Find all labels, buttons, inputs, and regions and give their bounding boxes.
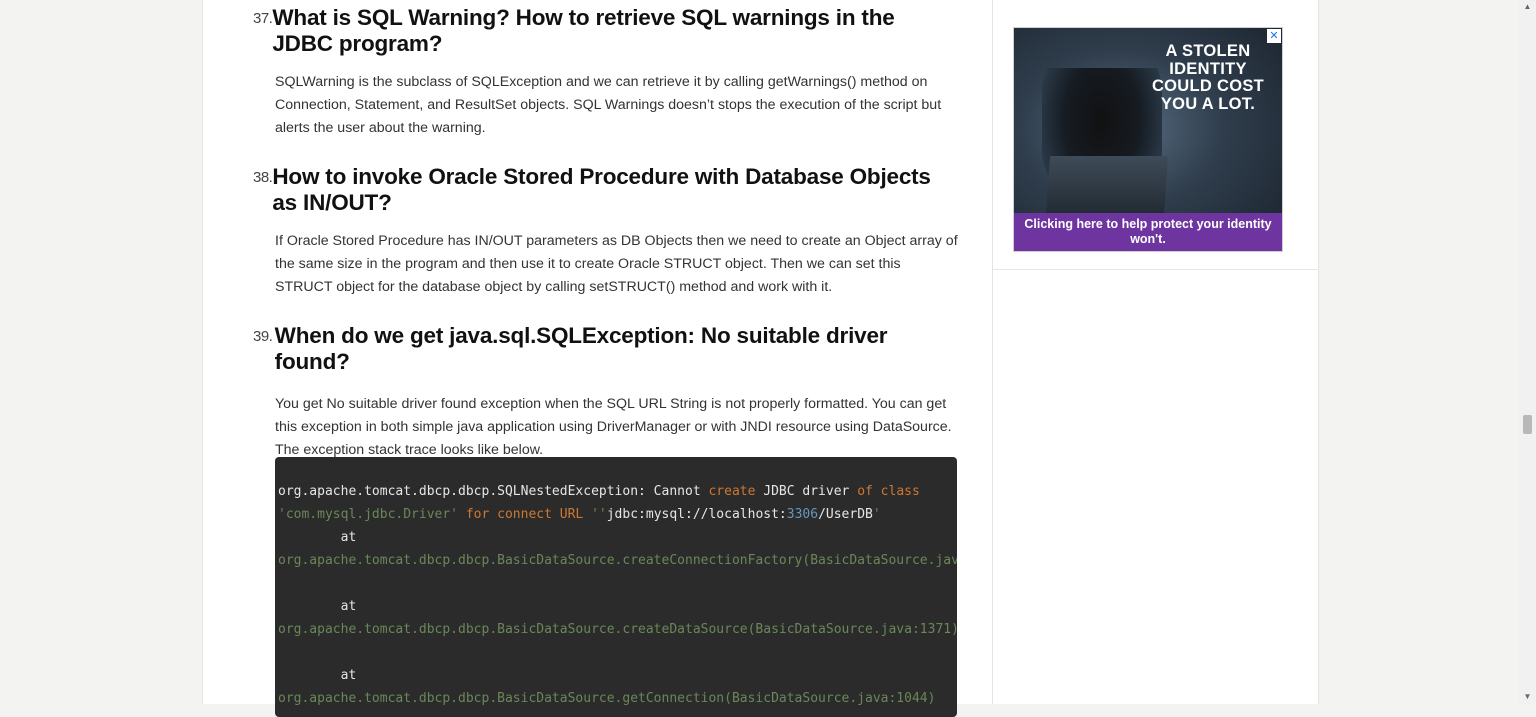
code-trace-line: org.apache.tomcat.dbcp.dbcp.BasicDataSou… — [278, 553, 957, 568]
close-icon[interactable]: ✕ — [1267, 29, 1281, 43]
code-text: JDBC driver — [755, 484, 858, 499]
sidebar: A STOLEN IDENTITY COULD COST YOU A LOT. … — [993, 0, 1317, 704]
code-keyword: of — [857, 484, 873, 499]
code-text: org.apache.tomcat.dbcp.dbcp.SQLNestedExc… — [278, 484, 709, 499]
question-answer: You get No suitable driver found excepti… — [275, 396, 952, 458]
question-title: What is SQL Warning? How to retrieve SQL… — [272, 5, 895, 56]
code-text: /UserDB — [818, 507, 873, 522]
question-title: When do we get java.sql.SQLException: No… — [274, 323, 888, 374]
question-answer: SQLWarning is the subclass of SQLExcepti… — [275, 74, 942, 136]
code-keyword: create — [708, 484, 756, 499]
question-number: 38. — [253, 169, 273, 186]
sidebar-divider — [993, 269, 1317, 270]
scroll-up-arrow-icon[interactable]: ▲ — [1519, 0, 1536, 14]
code-string: '' — [591, 507, 607, 522]
scroll-down-arrow-icon[interactable]: ▼ — [1519, 690, 1536, 704]
ad-bottom-text: Clicking here to help protect your ident… — [1014, 213, 1282, 251]
question-38: 38. How to invoke Oracle Stored Procedur… — [253, 164, 958, 299]
laptop-image — [1045, 156, 1169, 214]
code-keyword: class — [880, 484, 920, 499]
question-39: 39. When do we get java.sql.SQLException… — [253, 323, 958, 462]
article-content: 37. What is SQL Warning? How to retrieve… — [203, 0, 992, 717]
advertisement-banner[interactable]: A STOLEN IDENTITY COULD COST YOU A LOT. … — [1013, 27, 1283, 252]
question-37: 37. What is SQL Warning? How to retrieve… — [253, 5, 958, 140]
code-string: ' — [872, 507, 881, 522]
stack-trace: org.apache.tomcat.dbcp.dbcp.SQLNestedExc… — [275, 457, 957, 710]
question-answer: If Oracle Stored Procedure has IN/OUT pa… — [275, 233, 958, 295]
question-number: 39. — [253, 328, 273, 345]
code-string: 'com.mysql.jdbc.Driver' — [278, 507, 459, 522]
question-title: How to invoke Oracle Stored Procedure wi… — [272, 164, 931, 215]
page-scrollbar[interactable]: ▲ ▼ — [1519, 0, 1536, 704]
page-container: 37. What is SQL Warning? How to retrieve… — [202, 0, 1319, 717]
code-keyword: for connect URL — [458, 507, 592, 522]
code-block[interactable]: org.apache.tomcat.dbcp.dbcp.SQLNestedExc… — [275, 457, 957, 717]
scrollbar-thumb[interactable] — [1523, 415, 1532, 434]
code-trace-line: org.apache.tomcat.dbcp.dbcp.BasicDataSou… — [278, 622, 957, 637]
code-text: at — [278, 668, 357, 683]
code-number: 3306 — [786, 507, 819, 522]
code-text: jdbc:mysql://localhost: — [606, 507, 787, 522]
code-text: at — [278, 599, 357, 614]
ad-headline: A STOLEN IDENTITY COULD COST YOU A LOT. — [1151, 42, 1265, 113]
question-number: 37. — [253, 10, 273, 27]
code-text: at — [278, 530, 357, 545]
